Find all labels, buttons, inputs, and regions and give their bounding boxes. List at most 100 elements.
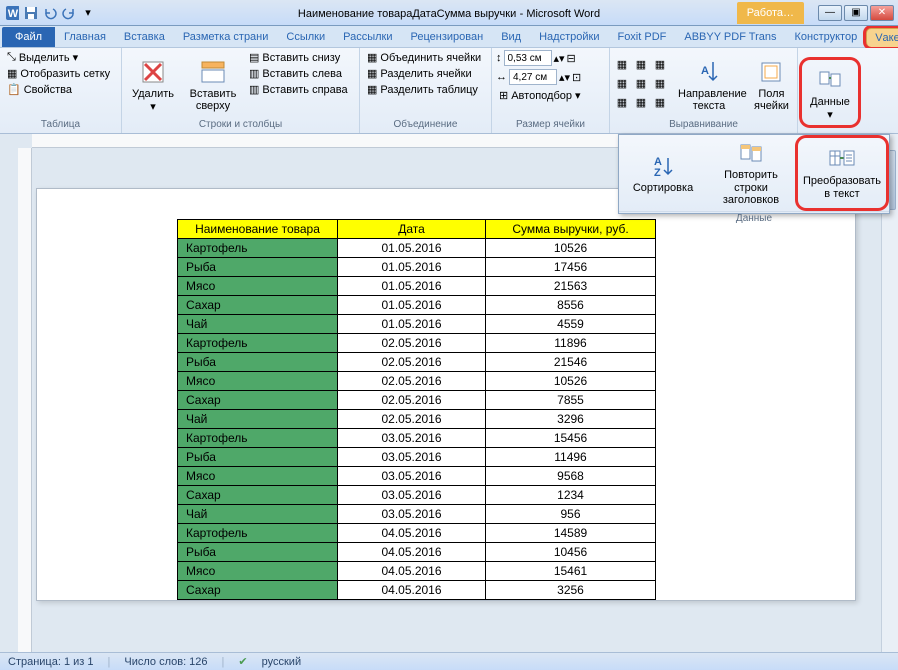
spellcheck-icon[interactable]: ✔ — [238, 655, 247, 668]
table-row[interactable]: Рыба02.05.201621546 — [178, 353, 656, 372]
cell-name[interactable]: Картофель — [178, 239, 338, 258]
cell-date[interactable]: 02.05.2016 — [338, 372, 486, 391]
table-row[interactable]: Рыба03.05.201611496 — [178, 448, 656, 467]
tab-home[interactable]: Главная — [55, 27, 115, 47]
tab-foxit[interactable]: Foxit PDF — [608, 27, 675, 47]
table-header-row[interactable]: Наименование товара Дата Сумма выручки, … — [178, 220, 656, 239]
cell-date[interactable]: 02.05.2016 — [338, 410, 486, 429]
cell-name[interactable]: Картофель — [178, 429, 338, 448]
row-height-input[interactable] — [504, 50, 552, 66]
table-row[interactable]: Картофель04.05.201614589 — [178, 524, 656, 543]
cell-name[interactable]: Рыба — [178, 353, 338, 372]
table-row[interactable]: Картофель03.05.201615456 — [178, 429, 656, 448]
table-row[interactable]: Мясо01.05.201621563 — [178, 277, 656, 296]
cell-date[interactable]: 01.05.2016 — [338, 277, 486, 296]
cell-date[interactable]: 03.05.2016 — [338, 448, 486, 467]
cell-sum[interactable]: 7855 — [486, 391, 656, 410]
close-button[interactable]: ✕ — [870, 5, 894, 21]
context-tab-table-tools[interactable]: Работа… — [737, 2, 804, 24]
status-language[interactable]: русский — [262, 656, 301, 668]
cell-date[interactable]: 04.05.2016 — [338, 581, 486, 600]
restore-button[interactable]: ▣ — [844, 5, 868, 21]
data-dropdown-button[interactable]: Данные ▾ — [804, 62, 856, 123]
table-row[interactable]: Чай02.05.20163296 — [178, 410, 656, 429]
distribute-cols-icon[interactable]: ⊡ — [572, 71, 581, 84]
align-br[interactable]: ▦ — [652, 94, 668, 110]
cell-sum[interactable]: 3296 — [486, 410, 656, 429]
minimize-button[interactable]: — — [818, 5, 842, 21]
select-button[interactable]: ⤡Выделить ▾ — [4, 50, 113, 65]
cell-date[interactable]: 04.05.2016 — [338, 562, 486, 581]
status-page[interactable]: Страница: 1 из 1 — [8, 656, 94, 668]
redo-icon[interactable] — [61, 5, 77, 21]
cell-sum[interactable]: 956 — [486, 505, 656, 524]
cell-name[interactable]: Рыба — [178, 448, 338, 467]
tab-table-layout[interactable]: Vакет — [866, 28, 898, 47]
table-row[interactable]: Картофель01.05.201610526 — [178, 239, 656, 258]
insert-above-button[interactable]: Вставить сверху — [182, 50, 244, 118]
cell-sum[interactable]: 21546 — [486, 353, 656, 372]
convert-to-text-button[interactable]: Преобразовать в текст — [798, 138, 886, 208]
tab-view[interactable]: Вид — [492, 27, 530, 47]
tab-review[interactable]: Рецензирован — [402, 27, 493, 47]
cell-name[interactable]: Сахар — [178, 296, 338, 315]
align-bl[interactable]: ▦ — [614, 94, 630, 110]
table-row[interactable]: Сахар02.05.20167855 — [178, 391, 656, 410]
table-row[interactable]: Рыба04.05.201610456 — [178, 543, 656, 562]
cell-date[interactable]: 03.05.2016 — [338, 429, 486, 448]
tab-file[interactable]: Файл — [2, 27, 55, 47]
table-row[interactable]: Сахар01.05.20168556 — [178, 296, 656, 315]
insert-left-button[interactable]: ▥Вставить слева — [246, 66, 351, 81]
table-row[interactable]: Мясо04.05.201615461 — [178, 562, 656, 581]
tab-insert[interactable]: Вставка — [115, 27, 174, 47]
cell-sum[interactable]: 9568 — [486, 467, 656, 486]
cell-sum[interactable]: 14589 — [486, 524, 656, 543]
merge-cells-button[interactable]: ▦Объединить ячейки — [364, 50, 484, 65]
split-table-button[interactable]: ▦Разделить таблицу — [364, 82, 484, 97]
cell-name[interactable]: Мясо — [178, 562, 338, 581]
undo-icon[interactable] — [42, 5, 58, 21]
table-row[interactable]: Сахар03.05.20161234 — [178, 486, 656, 505]
cell-sum[interactable]: 3256 — [486, 581, 656, 600]
cell-date[interactable]: 03.05.2016 — [338, 505, 486, 524]
insert-below-button[interactable]: ▤Вставить снизу — [246, 50, 351, 65]
cell-name[interactable]: Мясо — [178, 372, 338, 391]
split-cells-button[interactable]: ▦Разделить ячейки — [364, 66, 484, 81]
align-mc[interactable]: ▦ — [633, 75, 649, 91]
table-row[interactable]: Чай01.05.20164559 — [178, 315, 656, 334]
cell-sum[interactable]: 8556 — [486, 296, 656, 315]
delete-button[interactable]: Удалить ▾ — [126, 50, 180, 118]
cell-date[interactable]: 01.05.2016 — [338, 296, 486, 315]
cell-date[interactable]: 03.05.2016 — [338, 467, 486, 486]
tab-references[interactable]: Ссылки — [277, 27, 334, 47]
qat-dropdown-icon[interactable]: ▾ — [80, 5, 96, 21]
table-row[interactable]: Рыба01.05.201617456 — [178, 258, 656, 277]
cell-sum[interactable]: 10526 — [486, 372, 656, 391]
table-row[interactable]: Мясо03.05.20169568 — [178, 467, 656, 486]
cell-date[interactable]: 02.05.2016 — [338, 334, 486, 353]
align-tc[interactable]: ▦ — [633, 56, 649, 72]
cell-name[interactable]: Мясо — [178, 467, 338, 486]
align-tl[interactable]: ▦ — [614, 56, 630, 72]
align-tr[interactable]: ▦ — [652, 56, 668, 72]
table-row[interactable]: Картофель02.05.201611896 — [178, 334, 656, 353]
cell-name[interactable]: Сахар — [178, 581, 338, 600]
cell-name[interactable]: Рыба — [178, 543, 338, 562]
cell-sum[interactable]: 1234 — [486, 486, 656, 505]
properties-button[interactable]: 📋Свойства — [4, 82, 113, 97]
cell-sum[interactable]: 10456 — [486, 543, 656, 562]
cell-name[interactable]: Чай — [178, 410, 338, 429]
cell-sum[interactable]: 11496 — [486, 448, 656, 467]
cell-name[interactable]: Чай — [178, 315, 338, 334]
status-words[interactable]: Число слов: 126 — [124, 656, 207, 668]
tab-page-layout[interactable]: Разметка страни — [174, 27, 278, 47]
tab-addins[interactable]: Надстройки — [530, 27, 608, 47]
table-row[interactable]: Сахар04.05.20163256 — [178, 581, 656, 600]
cell-name[interactable]: Картофель — [178, 334, 338, 353]
cell-sum[interactable]: 17456 — [486, 258, 656, 277]
align-mr[interactable]: ▦ — [652, 75, 668, 91]
cell-sum[interactable]: 15461 — [486, 562, 656, 581]
cell-date[interactable]: 01.05.2016 — [338, 258, 486, 277]
header-date[interactable]: Дата — [338, 220, 486, 239]
cell-sum[interactable]: 4559 — [486, 315, 656, 334]
